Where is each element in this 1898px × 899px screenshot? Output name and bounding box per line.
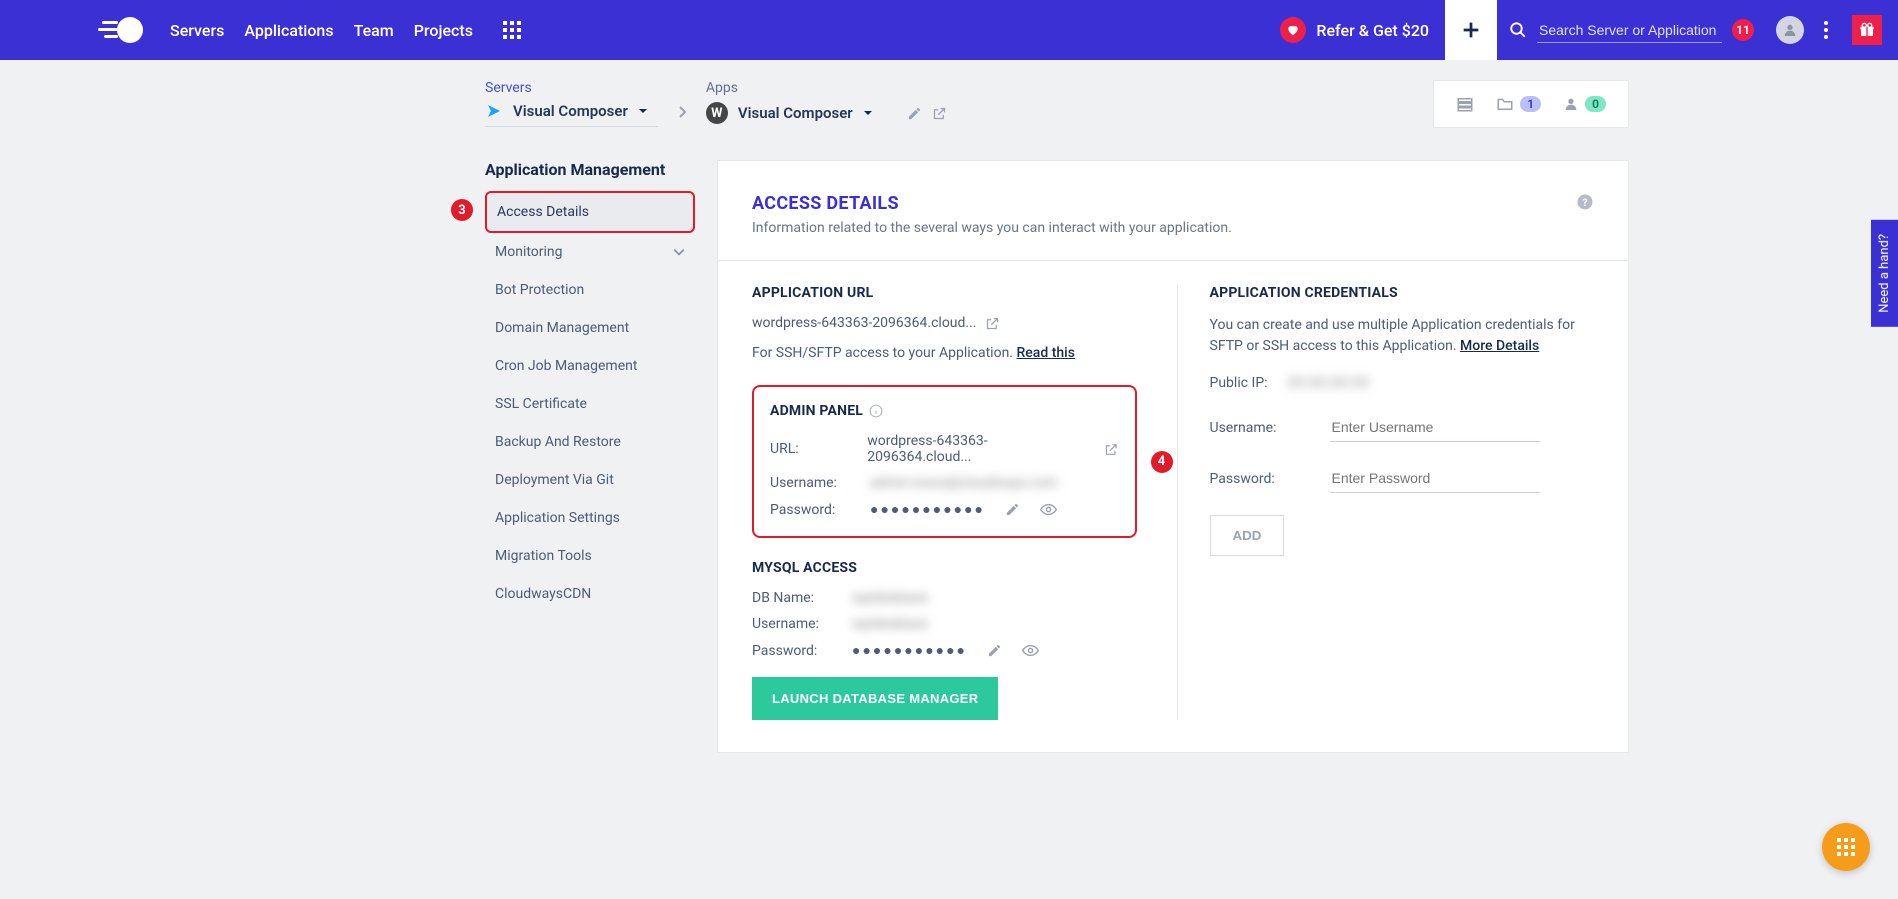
pencil-icon[interactable] [907,106,922,121]
sidebar-item-app-settings[interactable]: Application Settings [485,499,695,537]
add-button[interactable] [1445,0,1497,60]
mysql-username-label: Username: [752,616,832,632]
admin-url-label: URL: [770,441,847,457]
breadcrumb: Servers Visual Composer Apps W Visual Co… [269,80,1629,130]
mysql-username-value: wpdatabase [852,616,928,632]
ssh-link[interactable]: Read this [1016,345,1074,361]
admin-url-value[interactable]: wordpress-643363-2096364.cloud... [867,433,1084,465]
ssh-text: For SSH/SFTP access to your Application. [752,345,1016,361]
refer-link[interactable]: Refer & Get $20 [1280,17,1429,43]
admin-title: ADMIN PANEL [770,403,1119,419]
mysql-db-value: wpdatabase [852,590,928,606]
mysql-password-value: ●●●●●●●●●●● [852,642,967,659]
ip-label: Public IP: [1210,375,1268,391]
mysql-password-label: Password: [752,643,832,659]
search: 11 [1509,15,1882,45]
chevron-down-icon [863,108,873,118]
launch-db-button[interactable]: LAUNCH DATABASE MANAGER [752,677,998,720]
sidebar-item-monitoring[interactable]: Monitoring [485,233,695,271]
cred-password-input[interactable] [1330,464,1540,493]
breadcrumb-separator [678,106,686,122]
sidebar-title: Application Management [485,160,695,179]
sidebar-item-cron-job[interactable]: Cron Job Management [485,347,695,385]
chevron-down-icon [673,246,685,258]
sidebar-item-domain-management[interactable]: Domain Management [485,309,695,347]
app-name: Visual Composer [738,104,853,122]
avatar[interactable] [1776,16,1804,44]
server-selector[interactable]: Visual Composer [485,102,658,127]
eye-icon[interactable] [1040,501,1057,518]
heart-icon [1280,17,1306,43]
creds-more-link[interactable]: More Details [1460,338,1539,354]
sidebar-item-backup[interactable]: Backup And Restore [485,423,695,461]
refer-text: Refer & Get $20 [1316,21,1429,40]
external-link-icon[interactable] [1104,442,1118,457]
panel-title: ACCESS DETAILS [752,193,1594,214]
kebab-menu-icon[interactable] [1824,21,1828,39]
nav-links: Servers Applications Team Projects [170,21,473,40]
sidebar-item-access-details[interactable]: Access Details [485,191,695,233]
app-selector[interactable]: W Visual Composer [706,102,947,130]
mysql-title: MYSQL ACCESS [752,560,1137,576]
main-panel: ? ACCESS DETAILS Information related to … [717,160,1629,753]
gift-icon[interactable] [1852,15,1882,45]
cred-username-label: Username: [1210,420,1290,436]
meta-folder[interactable]: 1 [1496,95,1541,113]
nav-servers[interactable]: Servers [170,21,224,40]
help-icon[interactable]: ? [1576,193,1594,215]
panel-subtitle: Information related to the several ways … [752,220,1594,236]
help-tab[interactable]: Need a hand? [1871,220,1898,327]
crumb-apps-label: Apps [706,80,947,96]
step-4-badge: 4 [1151,451,1173,473]
nav-applications[interactable]: Applications [244,21,333,40]
search-input[interactable] [1537,18,1722,43]
app-url-title: APPLICATION URL [752,285,1137,301]
server-name: Visual Composer [513,102,628,120]
cred-password-label: Password: [1210,471,1290,487]
creds-title: APPLICATION CREDENTIALS [1210,285,1595,301]
admin-username-label: Username: [770,475,850,491]
eye-icon[interactable] [1022,642,1039,659]
meta-users[interactable]: 0 [1563,96,1606,112]
ip-value: XX.XX.XX.XX [1288,375,1369,391]
sidebar-item-ssl[interactable]: SSL Certificate [485,385,695,423]
wordpress-icon: W [706,102,728,124]
search-icon [1509,21,1527,39]
nav-projects[interactable]: Projects [414,21,473,40]
admin-username-value: admin-xxxxx@cloudways.com [870,475,1058,491]
sidebar-item-bot-protection[interactable]: Bot Protection [485,271,695,309]
chevron-down-icon [638,106,648,116]
top-nav: Servers Applications Team Projects Refer… [0,0,1898,60]
sidebar-item-migration[interactable]: Migration Tools [485,537,695,575]
mysql-db-label: DB Name: [752,590,832,606]
meta-box: 1 0 [1433,80,1629,128]
sidebar-item-git[interactable]: Deployment Via Git [485,461,695,499]
apps-grid-icon[interactable] [503,21,521,39]
logo[interactable] [96,15,152,45]
external-link-icon[interactable] [985,316,1000,331]
admin-password-value: ●●●●●●●●●●● [870,501,985,518]
meta-list-icon[interactable] [1456,95,1474,113]
admin-password-label: Password: [770,502,850,518]
admin-panel-box: 4 ADMIN PANEL URL: wordpress-643363-2096… [752,385,1137,538]
sidebar-item-cdn[interactable]: CloudwaysCDN [485,575,695,613]
pencil-icon[interactable] [987,643,1002,658]
app-url-value[interactable]: wordpress-643363-2096364.cloud... [752,315,977,331]
cred-username-input[interactable] [1330,413,1540,442]
pencil-icon[interactable] [1005,502,1020,517]
add-button[interactable]: ADD [1210,515,1285,556]
crumb-servers-label[interactable]: Servers [485,80,658,96]
sidebar: Application Management 3 Access Details … [485,160,695,753]
nav-team[interactable]: Team [354,21,394,40]
fab-button[interactable] [1822,823,1870,871]
info-icon[interactable] [869,404,883,418]
step-3-badge: 3 [451,199,473,221]
external-link-icon[interactable] [932,106,947,121]
notification-badge[interactable]: 11 [1732,19,1754,41]
svg-text:?: ? [1582,196,1587,209]
